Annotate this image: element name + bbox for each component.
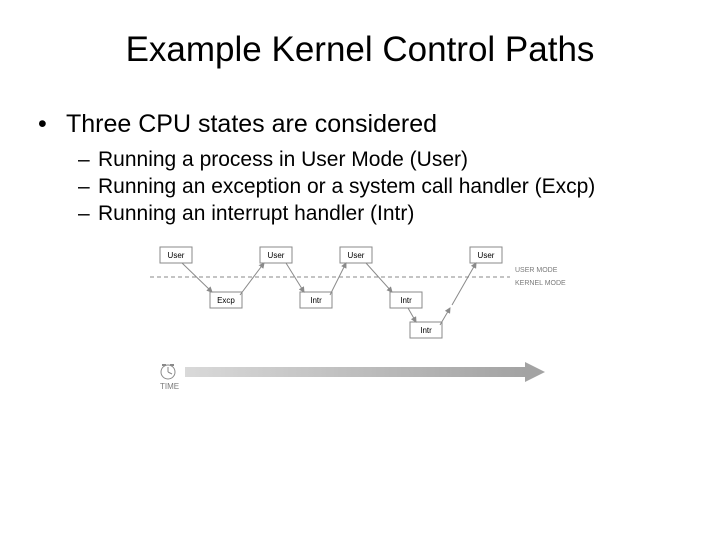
arrow-user2-intr1: [286, 263, 304, 292]
clock-icon: [161, 364, 175, 379]
bullet-level2: – Running an exception or a system call …: [78, 174, 682, 199]
time-label: TIME: [160, 382, 179, 391]
dash-marker: –: [78, 201, 98, 226]
time-arrow: [185, 362, 545, 382]
bullet-text: Three CPU states are considered: [66, 110, 437, 139]
bullet-level1: • Three CPU states are considered: [38, 110, 682, 139]
slide-body: • Three CPU states are considered – Runn…: [0, 80, 720, 407]
user-box-2-label: User: [268, 251, 285, 260]
arrow-nested-up: [440, 308, 450, 325]
intr-box-1: Intr: [300, 292, 332, 308]
intr-box-2: Intr: [390, 292, 422, 308]
user-mode-label: USER MODE: [515, 267, 558, 274]
user-box-2: User: [260, 247, 292, 263]
kernel-path-diagram: USER MODE KERNEL MODE User User User Use…: [140, 237, 580, 407]
arrow-intr2-user4: [452, 263, 476, 305]
bullet-level2: – Running an interrupt handler (Intr): [78, 201, 682, 226]
arrow-intr1-user3: [330, 263, 346, 295]
slide: Example Kernel Control Paths • Three CPU…: [0, 0, 720, 540]
user-box-1-label: User: [168, 251, 185, 260]
intr-nested-box-label: Intr: [420, 326, 432, 335]
user-box-1: User: [160, 247, 192, 263]
arrow-intr2-nested: [408, 308, 416, 322]
user-box-3: User: [340, 247, 372, 263]
bullet-marker: •: [38, 110, 66, 139]
intr-box-1-label: Intr: [310, 296, 322, 305]
bullet-level2: – Running a process in User Mode (User): [78, 147, 682, 172]
user-box-4-label: User: [478, 251, 495, 260]
bullet-text: Running a process in User Mode (User): [98, 147, 468, 172]
dash-marker: –: [78, 174, 98, 199]
user-box-3-label: User: [348, 251, 365, 260]
user-box-4: User: [470, 247, 502, 263]
dash-marker: –: [78, 147, 98, 172]
intr-box-2-label: Intr: [400, 296, 412, 305]
excp-box-label: Excp: [217, 296, 235, 305]
bullet-text: Running an exception or a system call ha…: [98, 174, 595, 199]
arrow-excp-user2: [240, 263, 264, 295]
excp-box: Excp: [210, 292, 242, 308]
bullet-text: Running an interrupt handler (Intr): [98, 201, 414, 226]
slide-title: Example Kernel Control Paths: [0, 0, 720, 80]
kernel-mode-label: KERNEL MODE: [515, 280, 566, 287]
intr-nested-box: Intr: [410, 322, 442, 338]
